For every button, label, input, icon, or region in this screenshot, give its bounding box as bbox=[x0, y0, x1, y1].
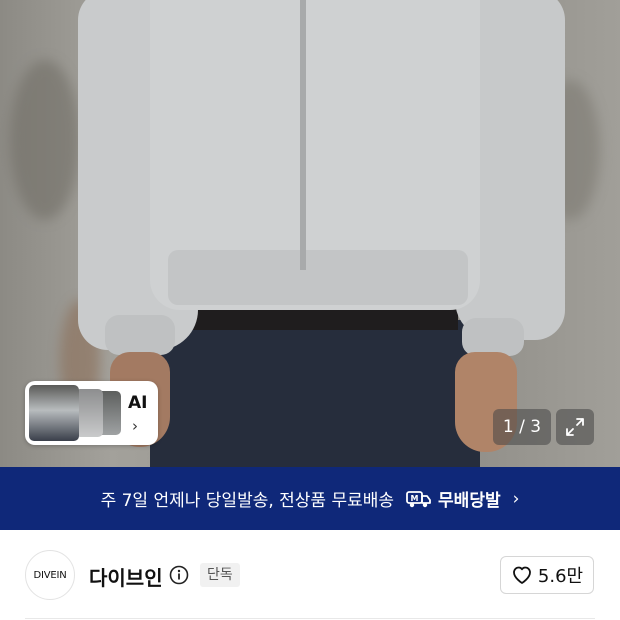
like-count: 5.6만 bbox=[537, 566, 584, 587]
right-cuff bbox=[462, 318, 524, 356]
banner-text: 주 7일 언제나 당일발송, 전상품 무료배송 bbox=[100, 491, 395, 511]
expand-button[interactable] bbox=[556, 409, 594, 445]
banner-brand: 무배당발 bbox=[438, 491, 501, 511]
store-name[interactable]: 다이브인 bbox=[89, 562, 163, 591]
store-info-row: DIVEIN 다이브인 단독 5.6만 bbox=[0, 530, 620, 620]
expand-icon bbox=[566, 418, 584, 436]
zipper bbox=[300, 0, 306, 270]
left-cuff bbox=[105, 315, 175, 355]
ai-thumbnail-button[interactable]: AI › bbox=[25, 381, 158, 445]
image-counter: 1 / 3 bbox=[493, 409, 551, 445]
store-logo[interactable]: DIVEIN bbox=[25, 550, 75, 600]
delivery-truck-icon: M bbox=[406, 489, 432, 509]
jacket-hem bbox=[168, 250, 468, 305]
thumbnail-1 bbox=[29, 385, 79, 441]
heart-icon bbox=[513, 566, 531, 584]
exclusive-badge: 단독 bbox=[200, 563, 240, 587]
like-button[interactable]: 5.6만 bbox=[500, 556, 594, 594]
info-icon[interactable] bbox=[169, 565, 189, 585]
chevron-right-icon: › bbox=[132, 417, 138, 435]
thumbnail-2 bbox=[75, 389, 103, 437]
shipping-promo-banner[interactable]: 주 7일 언제나 당일발송, 전상품 무료배송 M 무배당발 › bbox=[0, 467, 620, 530]
pants bbox=[150, 320, 480, 467]
wall-texture bbox=[10, 60, 80, 220]
product-image[interactable]: AI › 1 / 3 bbox=[0, 0, 620, 467]
chevron-right-icon: › bbox=[512, 488, 520, 509]
svg-text:M: M bbox=[411, 494, 419, 503]
ai-label: AI bbox=[128, 393, 148, 413]
divider bbox=[25, 618, 595, 619]
